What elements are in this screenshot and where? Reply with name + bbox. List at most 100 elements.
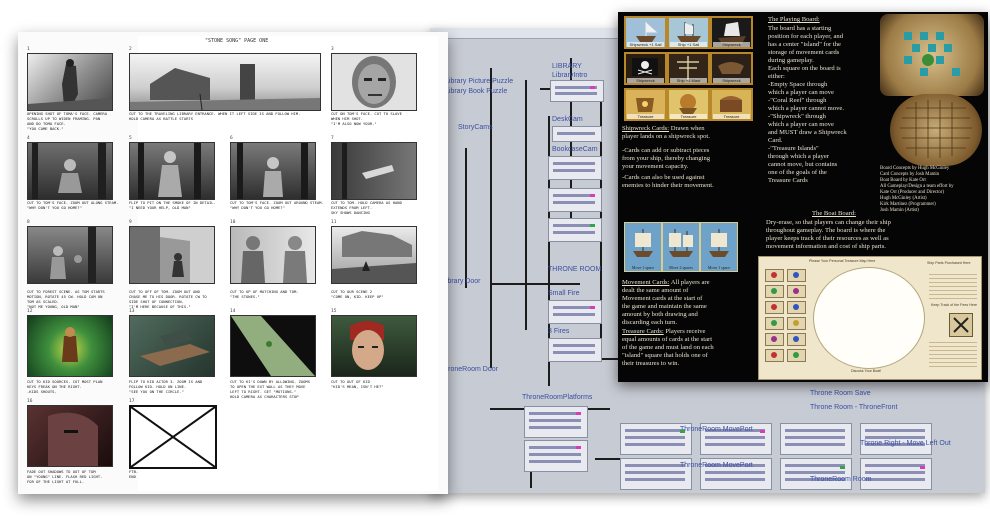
graph-node-box[interactable]	[548, 300, 602, 324]
card-label: Treasure	[713, 114, 750, 119]
panel-number: 14	[230, 309, 236, 314]
panel-number: 10	[230, 220, 236, 225]
treasure-card: Treasure	[667, 88, 710, 121]
graph-node[interactable]: ThroneRoomPlatforms	[522, 394, 592, 401]
storyboard-panel	[331, 315, 417, 377]
credits: Board Concepts by Hugh McGinley Card Con…	[880, 166, 954, 213]
card-label: Ship +1 Mast	[670, 78, 707, 83]
panel-number: 5	[129, 136, 132, 141]
graph-wire	[525, 80, 527, 330]
graph-port	[590, 224, 595, 227]
panel-caption: CUT TO THE TRAVELING LIBRARY ENTRANCE. W…	[129, 111, 301, 121]
panel-number: 7	[331, 136, 334, 141]
panel-caption: CUT TO KID SOURCES. CUT MOST PLAN KEYS F…	[27, 379, 103, 394]
storyboard-panel	[27, 142, 113, 200]
panel-number: 12	[27, 309, 33, 314]
treasure-map-slot[interactable]	[813, 267, 925, 369]
treasure-cards-heading: Treasure Cards:	[622, 328, 664, 335]
graph-node[interactable]: Library Book Puzzle	[445, 88, 507, 95]
ship-parts-table	[929, 271, 977, 301]
graph-node-box[interactable]	[524, 440, 588, 472]
shipwreck-cards-p1: -Cards can add or subtract pieces from y…	[622, 147, 711, 170]
movement-cards-heading: Movement Cards:	[622, 279, 670, 286]
storyboard-panel	[331, 226, 417, 284]
graph-node[interactable]: Small Fire	[548, 290, 580, 297]
movement-card-label: Move 1 space	[707, 265, 731, 270]
card-label: Shipwreck	[713, 78, 750, 83]
graph-port	[590, 306, 595, 309]
panel-caption: CUT TO OFF OF TOM. ZOOM OUT AND CHASE ME…	[129, 289, 207, 309]
graph-node-box[interactable]	[548, 338, 602, 362]
storyboard-panel	[27, 315, 113, 377]
storyboard-panel	[230, 315, 316, 377]
panel-caption: CUT TO OUT OF KID "KID'S MEAN, ISN'T HE?…	[331, 379, 384, 389]
graph-port	[590, 194, 595, 197]
storyboard-panel	[129, 142, 215, 200]
storyboard-panel	[331, 53, 417, 111]
graph-node[interactable]: ThroneRoom MovePort	[680, 462, 753, 469]
graph-node-box[interactable]	[780, 423, 852, 455]
card-label: Shipwreck	[713, 42, 750, 47]
movement-cards-section: Movement Cards: All players are dealt th…	[622, 279, 762, 327]
graph-node-box[interactable]	[550, 80, 604, 102]
movement-card-label: Move 2 spaces	[669, 265, 693, 270]
storyboard-panel	[27, 226, 113, 284]
panel-number: 15	[331, 309, 337, 314]
card-label: Shipwreck +1 Sail	[627, 42, 664, 47]
panel-caption: CUT TO TOM'S FACE. ZOOM OUT AROUND STEAM…	[230, 200, 324, 210]
graph-node-box[interactable]	[548, 156, 602, 180]
movement-table	[929, 339, 977, 369]
storyboard-panel	[230, 142, 316, 200]
board-grid-image	[890, 94, 982, 166]
playing-board-heading: The Playing Board:	[768, 16, 820, 23]
graph-node[interactable]: Throne Room Save	[810, 390, 871, 397]
graph-node-box[interactable]	[860, 458, 932, 490]
card-label: Ship +1 Sail	[670, 42, 707, 47]
graph-node[interactable]: ThroneRoom Room	[810, 476, 871, 483]
panel-number: 3	[331, 47, 334, 52]
boat-board-text: Dry-erase, so that players can change th…	[766, 219, 891, 250]
graph-node[interactable]: Library Picture Puzzle	[445, 78, 513, 85]
graph-node-box[interactable]	[860, 423, 932, 455]
panel-number: 11	[331, 220, 337, 225]
graph-wire	[465, 148, 467, 288]
graph-node[interactable]: Throne Room - ThroneFront	[810, 404, 897, 411]
panel-caption: OPENING SHOT OF TOMA'S FACE. CAMERA SCRO…	[27, 111, 108, 131]
graph-node-box[interactable]	[524, 406, 588, 438]
shipwreck-card: Shipwreck	[710, 16, 753, 49]
card-label: Shipwreck	[627, 78, 664, 83]
graph-node-box[interactable]	[780, 458, 852, 490]
graph-node-box[interactable]	[552, 126, 602, 142]
boat-board-sheet: Please Your Personal Treasure Map Here S…	[758, 256, 982, 380]
shipwreck-card: Ship +1 Mast	[667, 52, 710, 85]
storyboard-title: "STONE SONG" PAGE ONE	[205, 38, 269, 44]
graph-node[interactable]: BookcaseCam	[552, 146, 598, 153]
graph-node[interactable]: LIBRARY	[552, 63, 582, 70]
graph-node[interactable]: DeskCam	[552, 116, 583, 123]
graph-node[interactable]: 3 Fires	[548, 328, 569, 335]
graph-node[interactable]: Throne Right - Move Left Out	[860, 440, 951, 447]
graph-node[interactable]: StoryCams	[458, 124, 493, 131]
panel-number: 16	[27, 399, 33, 404]
movement-card: Move 2 spaces	[662, 222, 700, 272]
movement-card: Move 1 space	[700, 222, 738, 272]
boat-board-heading: The Boat Board:	[812, 210, 856, 217]
shipwreck-card: Ship +1 Sail	[667, 16, 710, 49]
panel-caption: CUT TO TOM'S FACE. ZOOM OUT ALONG STEAM.…	[27, 200, 119, 210]
movement-card: Move 1 space	[624, 222, 662, 272]
treasure-card: Treasure	[710, 88, 753, 121]
card-label: Treasure	[670, 114, 707, 119]
graph-node[interactable]: THRONE ROOM	[548, 266, 601, 273]
graph-node[interactable]: ThroneRoom MovePort	[680, 426, 753, 433]
treasure-map-image	[880, 14, 984, 96]
graph-node-box[interactable]	[548, 218, 602, 242]
graph-node[interactable]: ThroneRoom Door	[440, 366, 498, 373]
storyboard-panel	[27, 53, 113, 111]
panel-caption: CUT TO UP OF MATCHING AND TOM. "THE STON…	[230, 289, 299, 299]
graph-node[interactable]: LibraryIntro	[552, 72, 587, 79]
movement-card-label: Move 1 space	[631, 265, 655, 270]
treasure-cards-section: Treasure Cards: Players receive equal am…	[622, 328, 762, 368]
shipwreck-cards-heading: Shipwreck Cards:	[622, 125, 670, 132]
graph-node-box[interactable]	[548, 188, 602, 212]
graph-wire	[490, 68, 492, 368]
